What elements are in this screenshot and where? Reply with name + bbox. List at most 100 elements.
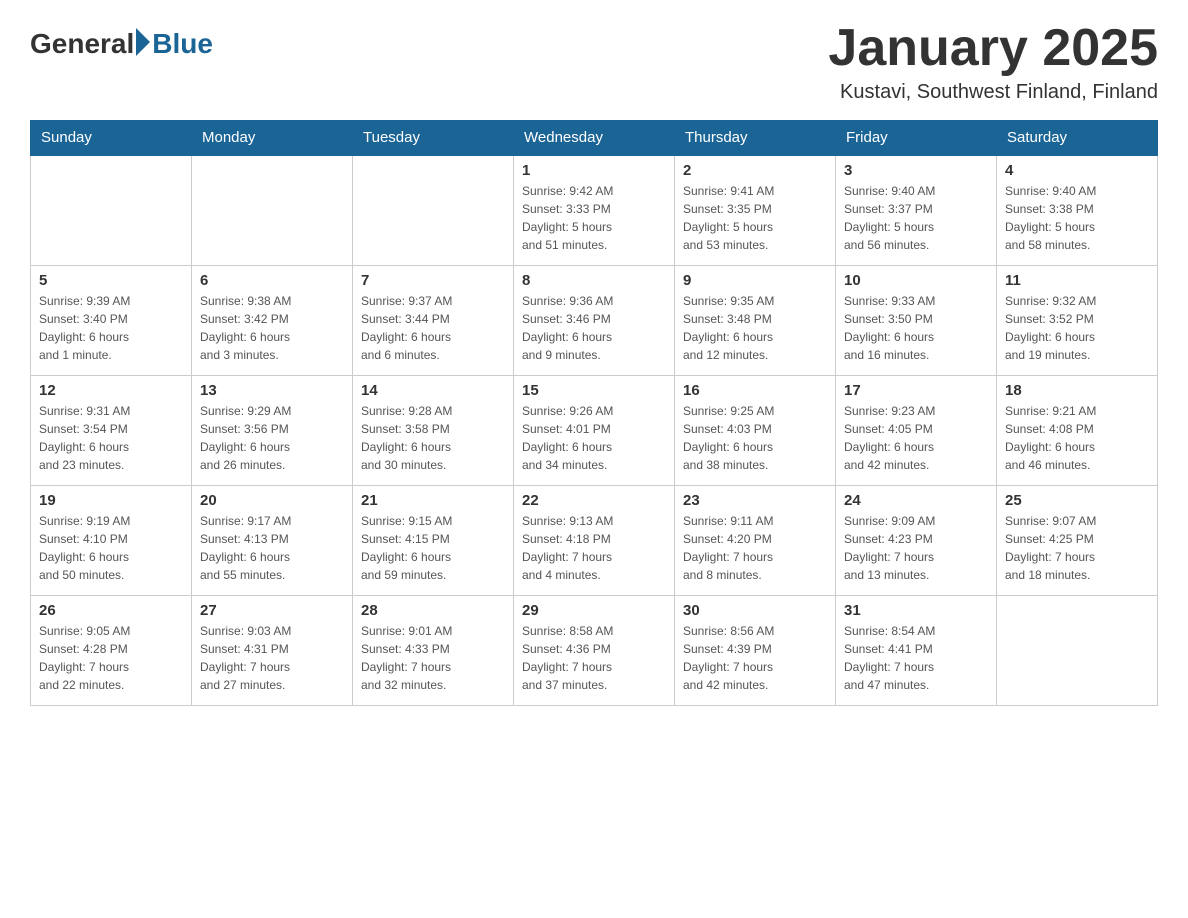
calendar-cell: 25Sunrise: 9:07 AM Sunset: 4:25 PM Dayli… (997, 485, 1158, 595)
calendar-cell: 4Sunrise: 9:40 AM Sunset: 3:38 PM Daylig… (997, 155, 1158, 265)
day-number: 29 (522, 602, 666, 619)
day-number: 19 (39, 492, 183, 509)
day-info: Sunrise: 9:15 AM Sunset: 4:15 PM Dayligh… (361, 512, 505, 584)
day-info: Sunrise: 9:32 AM Sunset: 3:52 PM Dayligh… (1005, 292, 1149, 364)
day-info: Sunrise: 9:41 AM Sunset: 3:35 PM Dayligh… (683, 182, 827, 254)
calendar-week-2: 5 Sunrise: 9:39 AM Sunset: 3:40 PM Daylig… (31, 265, 1158, 375)
weekday-header-sunday: Sunday (31, 121, 192, 156)
day-number: 7 (361, 272, 505, 289)
day-number: 18 (1005, 382, 1149, 399)
calendar-cell: 14 Sunrise: 9:28 AM Sunset: 3:58 PM Dayli… (353, 375, 514, 485)
calendar-cell (997, 595, 1158, 705)
logo-triangle-icon (136, 28, 150, 56)
calendar-cell: 17 Sunrise: 9:23 AM Sunset: 4:05 PM Dayli… (836, 375, 997, 485)
day-number: 20 (200, 492, 344, 509)
calendar-cell: 3 Sunrise: 9:40 AM Sunset: 3:37 PM Daylig… (836, 155, 997, 265)
subtitle: Kustavi, Southwest Finland, Finland (828, 81, 1158, 104)
calendar-cell: 15 Sunrise: 9:26 AM Sunset: 4:01 PM Dayli… (514, 375, 675, 485)
day-number: 12 (39, 382, 183, 399)
day-info: Sunrise: 9:25 AM Sunset: 4:03 PM Dayligh… (683, 402, 827, 474)
day-number: 1 (522, 162, 666, 179)
calendar-cell: 21 Sunrise: 9:15 AM Sunset: 4:15 PM Dayli… (353, 485, 514, 595)
calendar-cell: 2 Sunrise: 9:41 AM Sunset: 3:35 PM Daylig… (675, 155, 836, 265)
day-number: 14 (361, 382, 505, 399)
day-info: Sunrise: 9:23 AM Sunset: 4:05 PM Dayligh… (844, 402, 988, 474)
day-info: Sunrise: 9:26 AM Sunset: 4:01 PM Dayligh… (522, 402, 666, 474)
calendar-cell: 5 Sunrise: 9:39 AM Sunset: 3:40 PM Daylig… (31, 265, 192, 375)
day-number: 22 (522, 492, 666, 509)
calendar-cell: 10 Sunrise: 9:33 AM Sunset: 3:50 PM Dayli… (836, 265, 997, 375)
day-info: Sunrise: 9:03 AM Sunset: 4:31 PM Dayligh… (200, 622, 344, 694)
day-number: 24 (844, 492, 988, 509)
calendar-cell: 16 Sunrise: 9:25 AM Sunset: 4:03 PM Dayli… (675, 375, 836, 485)
day-info: Sunrise: 9:39 AM Sunset: 3:40 PM Dayligh… (39, 292, 183, 364)
day-number: 21 (361, 492, 505, 509)
calendar-cell: 22 Sunrise: 9:13 AM Sunset: 4:18 PM Dayli… (514, 485, 675, 595)
calendar-cell: 11 Sunrise: 9:32 AM Sunset: 3:52 PM Dayli… (997, 265, 1158, 375)
calendar-cell: 6 Sunrise: 9:38 AM Sunset: 3:42 PM Daylig… (192, 265, 353, 375)
calendar-cell: 26Sunrise: 9:05 AM Sunset: 4:28 PM Dayli… (31, 595, 192, 705)
calendar-cell: 8Sunrise: 9:36 AM Sunset: 3:46 PM Daylig… (514, 265, 675, 375)
calendar-cell: 29 Sunrise: 8:58 AM Sunset: 4:36 PM Dayli… (514, 595, 675, 705)
day-info: Sunrise: 8:56 AM Sunset: 4:39 PM Dayligh… (683, 622, 827, 694)
day-number: 2 (683, 162, 827, 179)
calendar-cell: 30Sunrise: 8:56 AM Sunset: 4:39 PM Dayli… (675, 595, 836, 705)
calendar-cell: 7 Sunrise: 9:37 AM Sunset: 3:44 PM Daylig… (353, 265, 514, 375)
day-info: Sunrise: 9:17 AM Sunset: 4:13 PM Dayligh… (200, 512, 344, 584)
day-info: Sunrise: 9:38 AM Sunset: 3:42 PM Dayligh… (200, 292, 344, 364)
logo-text-general: General (30, 28, 134, 60)
day-number: 17 (844, 382, 988, 399)
weekday-header-saturday: Saturday (997, 121, 1158, 156)
calendar-week-1: 1 Sunrise: 9:42 AM Sunset: 3:33 PM Daylig… (31, 155, 1158, 265)
calendar-cell: 31Sunrise: 8:54 AM Sunset: 4:41 PM Dayli… (836, 595, 997, 705)
logo: General Blue (30, 28, 213, 60)
day-number: 16 (683, 382, 827, 399)
day-info: Sunrise: 9:11 AM Sunset: 4:20 PM Dayligh… (683, 512, 827, 584)
day-info: Sunrise: 8:58 AM Sunset: 4:36 PM Dayligh… (522, 622, 666, 694)
calendar-cell: 28 Sunrise: 9:01 AM Sunset: 4:33 PM Dayli… (353, 595, 514, 705)
calendar-table: SundayMondayTuesdayWednesdayThursdayFrid… (30, 120, 1158, 706)
day-number: 11 (1005, 272, 1149, 289)
day-info: Sunrise: 9:13 AM Sunset: 4:18 PM Dayligh… (522, 512, 666, 584)
day-number: 31 (844, 602, 988, 619)
weekday-header-monday: Monday (192, 121, 353, 156)
calendar-header: SundayMondayTuesdayWednesdayThursdayFrid… (31, 121, 1158, 156)
day-number: 26 (39, 602, 183, 619)
weekday-header-tuesday: Tuesday (353, 121, 514, 156)
day-info: Sunrise: 9:40 AM Sunset: 3:38 PM Dayligh… (1005, 182, 1149, 254)
day-info: Sunrise: 9:33 AM Sunset: 3:50 PM Dayligh… (844, 292, 988, 364)
day-number: 6 (200, 272, 344, 289)
calendar-cell: 1 Sunrise: 9:42 AM Sunset: 3:33 PM Daylig… (514, 155, 675, 265)
day-info: Sunrise: 9:21 AM Sunset: 4:08 PM Dayligh… (1005, 402, 1149, 474)
weekday-header-thursday: Thursday (675, 121, 836, 156)
day-info: Sunrise: 9:31 AM Sunset: 3:54 PM Dayligh… (39, 402, 183, 474)
logo-text-blue: Blue (152, 28, 213, 60)
day-number: 15 (522, 382, 666, 399)
day-info: Sunrise: 9:28 AM Sunset: 3:58 PM Dayligh… (361, 402, 505, 474)
day-info: Sunrise: 9:09 AM Sunset: 4:23 PM Dayligh… (844, 512, 988, 584)
calendar-cell: 20 Sunrise: 9:17 AM Sunset: 4:13 PM Dayli… (192, 485, 353, 595)
calendar-cell: 24 Sunrise: 9:09 AM Sunset: 4:23 PM Dayli… (836, 485, 997, 595)
weekday-header-friday: Friday (836, 121, 997, 156)
day-number: 3 (844, 162, 988, 179)
day-info: Sunrise: 9:29 AM Sunset: 3:56 PM Dayligh… (200, 402, 344, 474)
calendar-cell: 9Sunrise: 9:35 AM Sunset: 3:48 PM Daylig… (675, 265, 836, 375)
day-number: 25 (1005, 492, 1149, 509)
calendar-cell (31, 155, 192, 265)
day-info: Sunrise: 9:42 AM Sunset: 3:33 PM Dayligh… (522, 182, 666, 254)
day-number: 5 (39, 272, 183, 289)
main-title: January 2025 (828, 20, 1158, 77)
calendar-week-5: 26Sunrise: 9:05 AM Sunset: 4:28 PM Dayli… (31, 595, 1158, 705)
day-info: Sunrise: 9:37 AM Sunset: 3:44 PM Dayligh… (361, 292, 505, 364)
calendar-cell: 27 Sunrise: 9:03 AM Sunset: 4:31 PM Dayli… (192, 595, 353, 705)
day-number: 28 (361, 602, 505, 619)
calendar-week-3: 12 Sunrise: 9:31 AM Sunset: 3:54 PM Dayli… (31, 375, 1158, 485)
calendar-cell (192, 155, 353, 265)
day-info: Sunrise: 9:35 AM Sunset: 3:48 PM Dayligh… (683, 292, 827, 364)
calendar-cell: 13Sunrise: 9:29 AM Sunset: 3:56 PM Dayli… (192, 375, 353, 485)
day-info: Sunrise: 9:01 AM Sunset: 4:33 PM Dayligh… (361, 622, 505, 694)
day-number: 27 (200, 602, 344, 619)
calendar-week-4: 19Sunrise: 9:19 AM Sunset: 4:10 PM Dayli… (31, 485, 1158, 595)
day-number: 10 (844, 272, 988, 289)
day-info: Sunrise: 9:40 AM Sunset: 3:37 PM Dayligh… (844, 182, 988, 254)
